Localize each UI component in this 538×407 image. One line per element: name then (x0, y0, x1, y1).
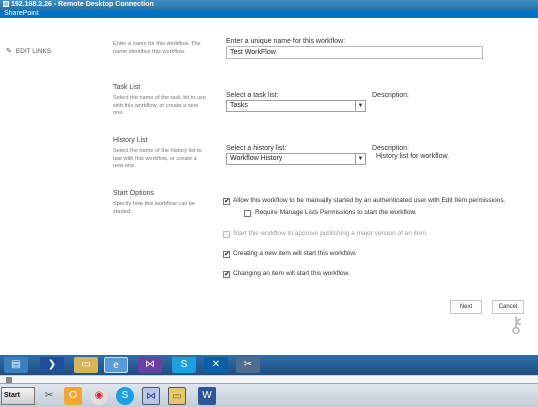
skype-icon[interactable]: S (172, 357, 196, 373)
server-manager-icon[interactable]: ▤ (4, 357, 28, 373)
name-section-description: Enter a name for this workflow. The name… (113, 41, 201, 55)
manual-start-label: Allow this workflow to be manually start… (233, 197, 506, 204)
name-field-label: Enter a unique name for this workflow: (226, 38, 346, 45)
rdc-title: 192.168.2.26 - Remote Desktop Connection (11, 1, 154, 8)
task-list-select[interactable]: Tasks ▼ (226, 100, 366, 112)
history-list-description: Select the name of the history list to u… (113, 148, 202, 169)
horizontal-scrollbar[interactable] (0, 375, 538, 383)
rdc-title-bar: 192.168.2.26 - Remote Desktop Connection (0, 0, 538, 10)
history-description-value: History list for workflow. (376, 153, 450, 160)
start-button[interactable]: Start (1, 387, 35, 405)
approve-publishing-checkbox (223, 231, 230, 238)
ie-icon[interactable]: e (104, 357, 128, 373)
manual-start-checkbox[interactable]: ✔ (223, 198, 230, 205)
history-list-selected: Workflow History (230, 155, 283, 162)
start-options-title: Start Options (113, 190, 154, 197)
require-manage-lists-checkbox[interactable] (244, 210, 251, 217)
task-list-selected: Tasks (230, 102, 248, 109)
outlook-icon[interactable]: O (64, 387, 82, 405)
start-label: Start (4, 392, 20, 399)
app-header-title[interactable]: SharePoint (4, 10, 39, 17)
explorer-icon[interactable]: ▭ (168, 387, 186, 405)
edit-links[interactable]: ✎ EDIT LINKS (6, 47, 51, 55)
start-options-description: Specify how this workflow can be started… (113, 201, 196, 215)
change-item-label: Changing an item will start this workflo… (233, 270, 350, 277)
sharepoint-header: SharePoint (0, 10, 538, 18)
remote-taskbar: ▤ ❯ ▭ e ⋈ S ✕ ✂ (0, 355, 538, 375)
word-icon[interactable]: W (198, 387, 216, 405)
chevron-down-icon[interactable]: ▼ (355, 154, 365, 164)
rdc-icon (3, 1, 9, 7)
next-button[interactable]: Next (450, 300, 482, 314)
task-list-title: Task List (113, 84, 141, 91)
task-list-description: Select the name of the task list to use … (113, 95, 206, 116)
sharepoint-designer-icon[interactable]: ✕ (204, 357, 228, 373)
powershell-icon[interactable]: ❯ (40, 357, 64, 373)
edit-links-label[interactable]: EDIT LINKS (16, 48, 51, 55)
visual-studio-icon[interactable]: ⋈ (142, 387, 160, 405)
local-taskbar: Start ✂ O ◉ S ⋈ ▭ W (0, 383, 538, 407)
create-item-label: Creating a new item will start this work… (233, 250, 357, 257)
history-list-field-label: Select a history list: (226, 145, 287, 152)
workflow-name-input[interactable]: Test WorkFlow (226, 46, 483, 59)
history-list-select[interactable]: Workflow History ▼ (226, 153, 366, 165)
skype-icon[interactable]: S (116, 387, 134, 405)
visual-studio-icon[interactable]: ⋈ (138, 357, 162, 373)
history-list-title: History List (113, 137, 148, 144)
key-icon: ⚷ (508, 312, 525, 337)
pencil-icon: ✎ (6, 48, 12, 55)
history-description-label: Description: (372, 145, 409, 152)
require-manage-lists-label: Require Manage Lists Permissions to star… (255, 209, 417, 216)
change-item-checkbox[interactable]: ✔ (223, 271, 230, 278)
task-list-field-label: Select a task list: (226, 92, 279, 99)
explorer-icon[interactable]: ▭ (74, 357, 98, 373)
task-description-label: Description: (372, 92, 409, 99)
create-item-checkbox[interactable]: ✔ (223, 251, 230, 258)
chrome-icon[interactable]: ◉ (90, 387, 108, 405)
tools-icon[interactable]: ✂ (236, 357, 260, 373)
approve-publishing-label: Start this workflow to approve publishin… (233, 230, 428, 237)
chevron-down-icon[interactable]: ▼ (355, 101, 365, 111)
tools-icon[interactable]: ✂ (40, 387, 58, 405)
